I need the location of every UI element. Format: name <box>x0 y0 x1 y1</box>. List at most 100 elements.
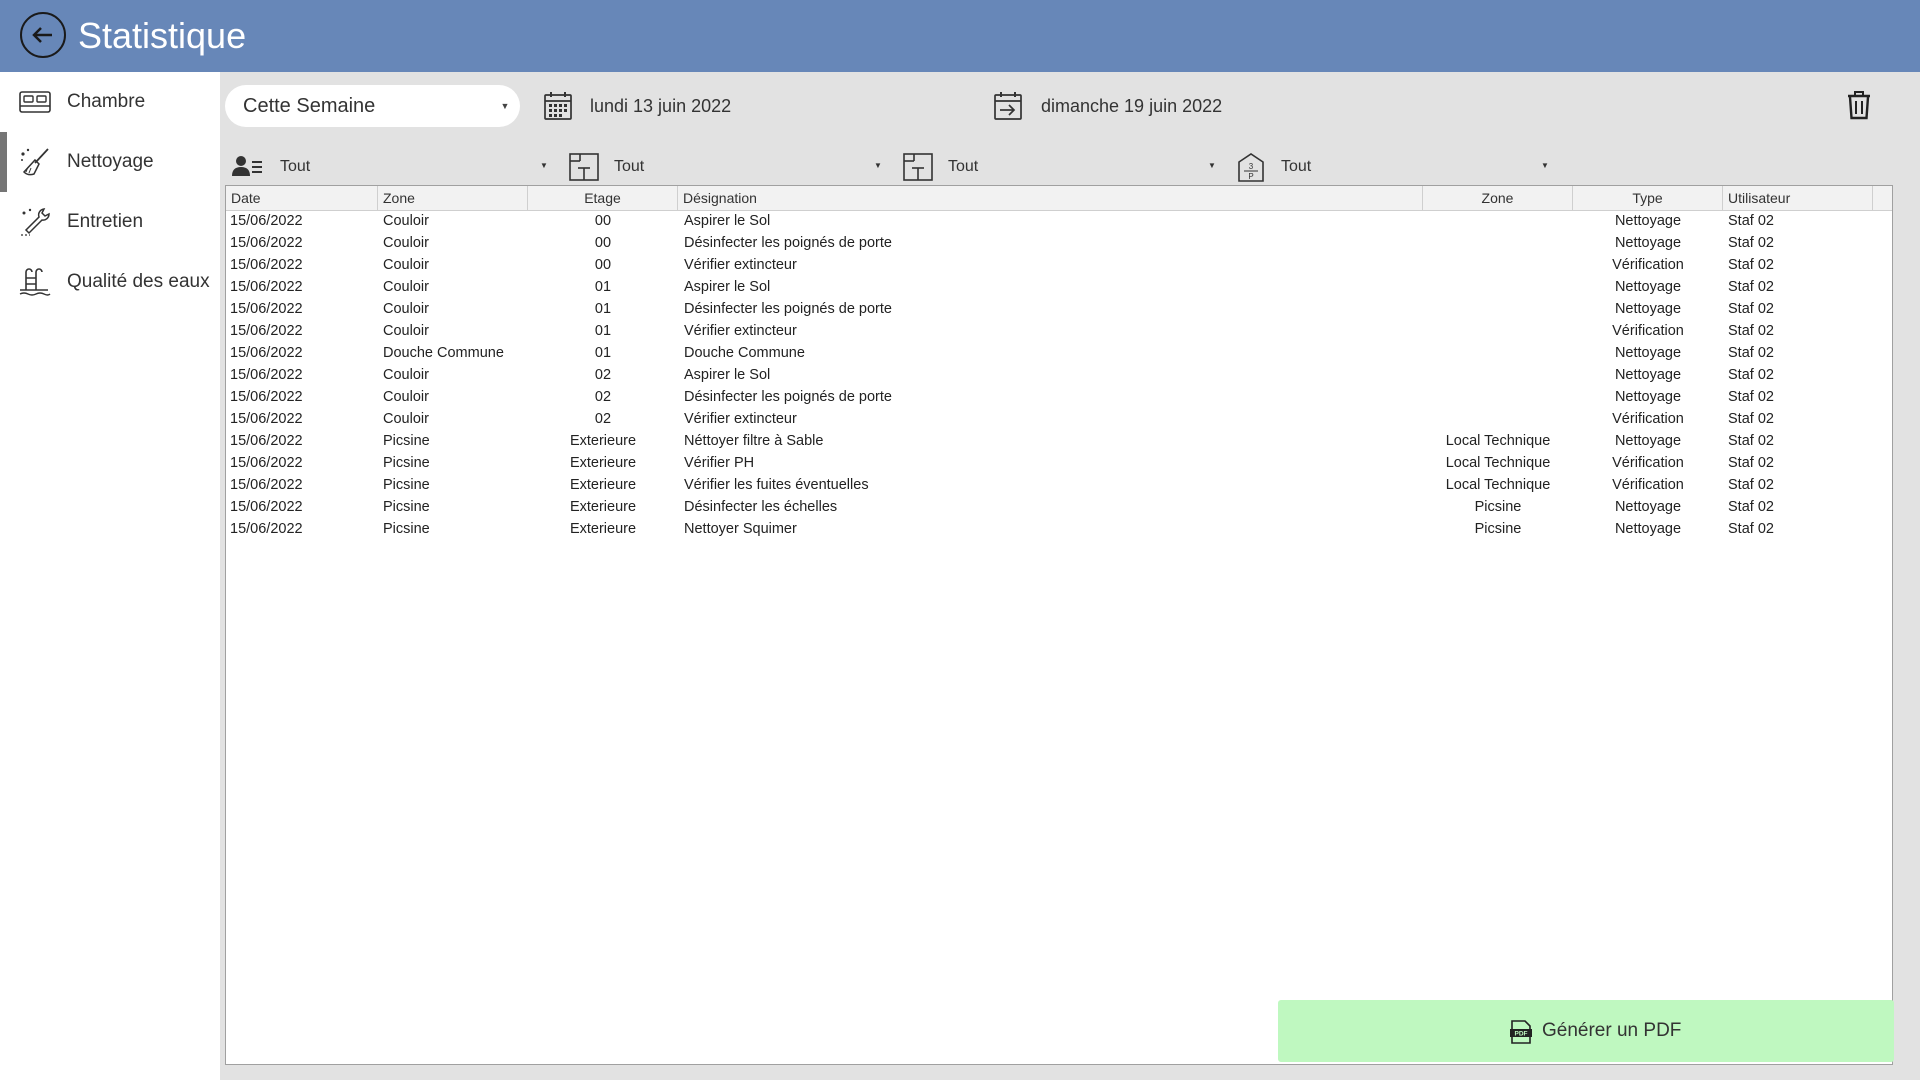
column-header-utilisateur[interactable]: Utilisateur <box>1723 186 1873 210</box>
table-row[interactable]: 15/06/2022 Picsine Exterieure Nettoyer Squi… <box>226 518 1892 540</box>
table-row[interactable]: 15/06/2022 Couloir 02 Désinfecter les poign… <box>226 386 1892 408</box>
sidebar-item-label: Chambre <box>67 91 146 112</box>
table-row[interactable]: 15/06/2022 Couloir 00 Vérifier extincteur Vé… <box>226 254 1892 276</box>
sidebar: Chambre Nettoyage Entretien Qualité des … <box>0 72 220 1080</box>
column-header-zone-2[interactable]: Zone <box>1423 186 1573 210</box>
cell-zone: Couloir <box>383 323 429 339</box>
broom-icon <box>21 148 49 176</box>
chevron-down-icon[interactable]: ▼ <box>1536 152 1554 180</box>
cell-utilisateur: Staf 02 <box>1728 213 1774 229</box>
cell-zone-2 <box>1423 408 1573 430</box>
cell-designation: Aspirer le Sol <box>684 279 771 295</box>
sidebar-item-qualite-des-eaux[interactable]: Qualité des eaux <box>0 252 220 312</box>
cell-utilisateur: Staf 02 <box>1728 279 1774 295</box>
cell-zone-2 <box>1423 298 1573 320</box>
calendar-arrow-icon[interactable] <box>992 90 1024 122</box>
period-value: Cette Semaine <box>243 95 376 117</box>
table-row[interactable]: 15/06/2022 Couloir 00 Désinfecter les poign… <box>226 232 1892 254</box>
column-header-etage[interactable]: Etage <box>528 186 678 210</box>
sidebar-item-label: Nettoyage <box>67 151 154 172</box>
cell-etage: Exterieure <box>569 433 637 449</box>
table-row[interactable]: 15/06/2022 Douche Commune 01 Douche Commune… <box>226 342 1892 364</box>
cell-zone-2 <box>1423 210 1573 232</box>
cell-etage: 02 <box>594 389 612 405</box>
table-row[interactable]: 15/06/2022 Couloir 01 Aspirer le Sol Nettoya… <box>226 276 1892 298</box>
sidebar-item-label: Qualité des eaux <box>67 271 210 292</box>
filter-floor-value[interactable]: Tout <box>1281 152 1311 182</box>
svg-text:PDF: PDF <box>1515 1031 1528 1038</box>
end-date[interactable]: dimanche 19 juin 2022 <box>1041 90 1222 122</box>
cell-type: Nettoyage <box>1614 433 1682 449</box>
cell-zone-2: Local Technique <box>1445 477 1551 493</box>
cell-zone: Couloir <box>383 213 429 229</box>
cell-designation: Vérifier extincteur <box>684 323 797 339</box>
cell-date: 15/06/2022 <box>230 301 303 317</box>
back-button[interactable] <box>20 12 66 58</box>
chevron-down-icon[interactable]: ▼ <box>869 152 887 180</box>
column-header-date[interactable]: Date <box>226 186 378 210</box>
generate-pdf-label: Générer un PDF <box>1542 1020 1682 1041</box>
cell-zone: Couloir <box>383 411 429 427</box>
cell-designation: Vérifier PH <box>684 455 755 471</box>
chevron-down-icon[interactable]: ▼ <box>535 152 553 180</box>
column-header-designation[interactable]: Désignation <box>678 186 1423 210</box>
cell-designation: Néttoyer filtre à Sable <box>684 433 824 449</box>
chevron-down-icon[interactable]: ▼ <box>1203 152 1221 180</box>
cell-utilisateur: Staf 02 <box>1728 499 1774 515</box>
cell-date: 15/06/2022 <box>230 323 303 339</box>
period-dropdown[interactable]: Cette Semaine ▼ <box>225 85 520 127</box>
cell-zone: Couloir <box>383 257 429 273</box>
trash-icon[interactable] <box>1845 90 1873 120</box>
users-icon <box>232 156 262 176</box>
cell-etage: 02 <box>594 367 612 383</box>
cell-etage: 00 <box>594 213 612 229</box>
table-row[interactable]: 15/06/2022 Couloir 01 Désinfecter les poign… <box>226 298 1892 320</box>
table-row[interactable]: 15/06/2022 Couloir 02 Aspirer le Sol Nettoya… <box>226 364 1892 386</box>
table-row[interactable]: 15/06/2022 Couloir 00 Aspirer le Sol Nettoya… <box>226 210 1892 232</box>
sidebar-item-chambre[interactable]: Chambre <box>0 72 220 132</box>
filter-zone-value[interactable]: Tout <box>614 152 644 182</box>
cell-utilisateur: Staf 02 <box>1728 301 1774 317</box>
sidebar-item-nettoyage[interactable]: Nettoyage <box>0 132 220 192</box>
cell-date: 15/06/2022 <box>230 455 303 471</box>
cell-date: 15/06/2022 <box>230 477 303 493</box>
filter-subzone-value[interactable]: Tout <box>948 152 978 182</box>
table-row[interactable]: 15/06/2022 Picsine Exterieure Néttoyer filt… <box>226 430 1892 452</box>
cell-type: Nettoyage <box>1614 213 1682 229</box>
start-date[interactable]: lundi 13 juin 2022 <box>590 90 731 122</box>
cell-zone-2: Local Technique <box>1445 433 1551 449</box>
cell-date: 15/06/2022 <box>230 279 303 295</box>
column-header-type[interactable]: Type <box>1573 186 1723 210</box>
cell-designation: Vérifier extincteur <box>684 411 797 427</box>
cell-date: 15/06/2022 <box>230 389 303 405</box>
cell-utilisateur: Staf 02 <box>1728 433 1774 449</box>
table-row[interactable]: 15/06/2022 Couloir 02 Vérifier extincteur Vé… <box>226 408 1892 430</box>
bed-icon <box>19 91 51 113</box>
column-header-zone[interactable]: Zone <box>378 186 528 210</box>
sidebar-item-entretien[interactable]: Entretien <box>0 192 220 252</box>
cell-date: 15/06/2022 <box>230 433 303 449</box>
generate-pdf-button[interactable]: PDF Générer un PDF <box>1278 1000 1894 1062</box>
table-row[interactable]: 15/06/2022 Picsine Exterieure Désinfecter l… <box>226 496 1892 518</box>
cell-date: 15/06/2022 <box>230 499 303 515</box>
active-indicator <box>0 132 7 192</box>
cell-designation: Douche Commune <box>684 345 805 361</box>
statistics-table[interactable]: Date Zone Etage Désignation Zone Type Ut… <box>225 185 1893 1065</box>
cell-etage: 01 <box>594 301 612 317</box>
cell-zone-2: Picsine <box>1474 521 1522 537</box>
table-row[interactable]: 15/06/2022 Picsine Exterieure Vérifier les … <box>226 474 1892 496</box>
table-row[interactable]: 15/06/2022 Picsine Exterieure Vérifier PH Lo… <box>226 452 1892 474</box>
cell-zone-2: Picsine <box>1474 499 1522 515</box>
table-body: 15/06/2022 Couloir 00 Aspirer le Sol Nettoya… <box>226 210 1892 540</box>
table-row[interactable]: 15/06/2022 Couloir 01 Vérifier extincteur Vé… <box>226 320 1892 342</box>
cell-zone-2 <box>1423 364 1573 386</box>
cell-etage: 02 <box>594 411 612 427</box>
cell-type: Nettoyage <box>1614 235 1682 251</box>
calendar-icon[interactable] <box>542 90 574 122</box>
cell-zone: Picsine <box>383 433 430 449</box>
sidebar-item-label: Entretien <box>67 211 144 232</box>
filter-user-value[interactable]: Tout <box>280 152 310 182</box>
cell-etage: Exterieure <box>569 477 637 493</box>
cell-type: Vérification <box>1612 411 1684 427</box>
cell-zone: Picsine <box>383 455 430 471</box>
